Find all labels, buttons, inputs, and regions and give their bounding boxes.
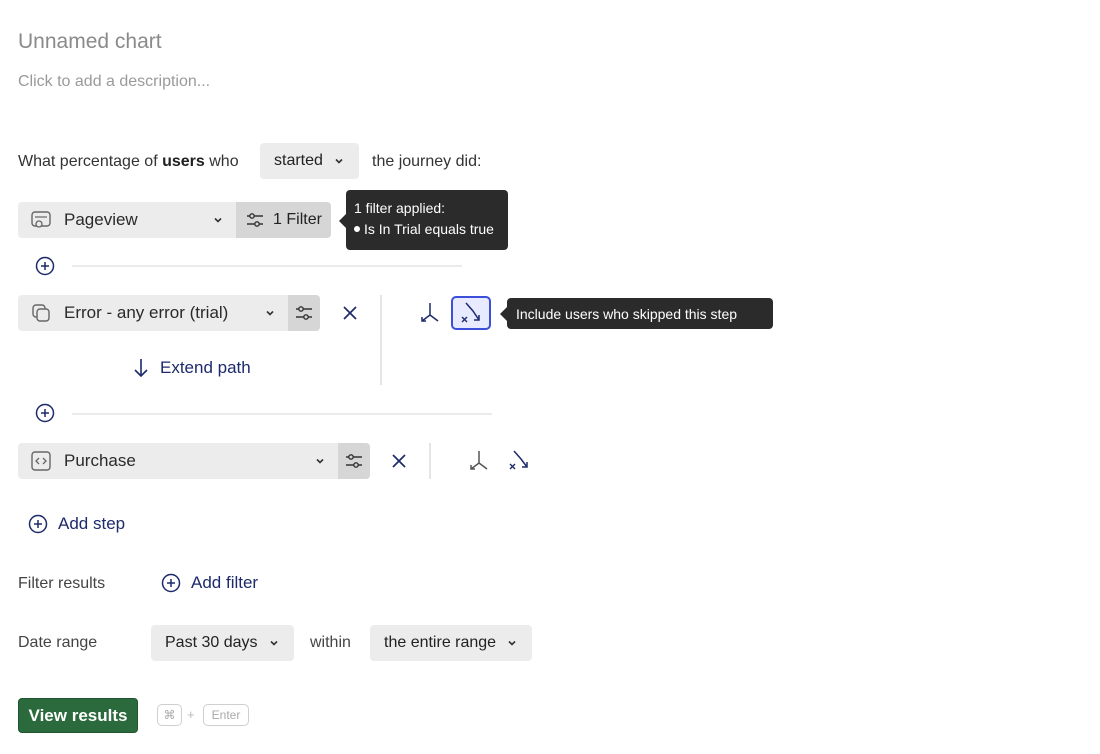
step-purchase: Purchase (18, 443, 370, 479)
filter-icon (247, 213, 264, 227)
extend-path-label: Extend path (160, 358, 251, 377)
chart-description[interactable]: Click to add a description... (18, 73, 210, 91)
step-filter-button[interactable] (338, 443, 370, 479)
journey-mode-select[interactable]: started (260, 143, 359, 179)
shortcut-plus: + (187, 707, 195, 722)
chevron-down-icon (214, 217, 222, 223)
question-subject: users (162, 153, 205, 170)
chevron-down-icon (269, 640, 278, 646)
filter-icon (346, 454, 362, 468)
within-label: within (310, 634, 351, 651)
skip-tooltip: Include users who skipped this step (507, 298, 773, 329)
filter-tooltip: 1 filter applied: Is In Trial equals tru… (346, 190, 508, 250)
close-icon[interactable] (390, 452, 408, 470)
question-middle: who (204, 153, 239, 170)
bullet-icon (354, 226, 360, 232)
chart-title[interactable]: Unnamed chart (18, 30, 162, 54)
tooltip-arrow (339, 214, 346, 228)
branch-icon[interactable] (418, 301, 442, 325)
tooltip-arrow (500, 307, 507, 321)
step-divider (72, 265, 462, 267)
conversion-window-select[interactable]: the entire range (370, 625, 533, 661)
date-range-select[interactable]: Past 30 days (151, 625, 294, 661)
question-prefix: What percentage of (18, 153, 163, 170)
plus-circle-icon (28, 514, 48, 534)
chevron-down-icon (316, 458, 324, 464)
step-label: Error - any error (trial) (64, 303, 229, 322)
chevron-down-icon (266, 310, 274, 316)
question-text: What percentage of users who (18, 153, 239, 171)
chevron-down-icon (335, 158, 343, 164)
filter-tooltip-title: 1 filter applied: (354, 200, 446, 216)
filter-count: 1 Filter (273, 211, 322, 228)
question-suffix: the journey did: (372, 153, 482, 170)
step-label: Purchase (64, 451, 136, 470)
insert-step-icon[interactable] (35, 403, 55, 423)
add-step-label: Add step (58, 514, 126, 533)
step-actions-divider (380, 295, 382, 385)
filter-icon (296, 306, 312, 320)
step-event-select[interactable]: Pageview (18, 202, 236, 238)
pageview-icon (31, 211, 51, 228)
filter-results-label: Filter results (18, 575, 106, 592)
chevron-down-icon (508, 640, 516, 646)
step-filter-button[interactable]: 1 Filter (236, 202, 331, 238)
shortcut-modifier-key: ⌘ (157, 704, 182, 726)
step-event-select[interactable]: Error - any error (trial) (18, 295, 288, 331)
add-filter-button[interactable]: Add filter (161, 573, 258, 593)
step-filter-button[interactable] (288, 295, 320, 331)
extend-path-button[interactable]: Extend path (132, 357, 251, 379)
step-error: Error - any error (trial) (18, 295, 320, 331)
skip-step-toggle[interactable] (451, 296, 491, 330)
plus-circle-icon (161, 573, 181, 593)
arrow-down-icon (134, 359, 148, 378)
view-results-button[interactable]: View results (18, 698, 138, 733)
skip-step-icon[interactable] (506, 447, 534, 475)
error-event-icon (32, 304, 50, 322)
close-icon[interactable] (341, 304, 359, 322)
step-divider (72, 413, 492, 415)
date-range-label: Date range (18, 634, 98, 651)
shortcut-enter-key: Enter (203, 704, 249, 726)
step-actions-divider (429, 443, 431, 479)
step-event-select[interactable]: Purchase (18, 443, 338, 479)
insert-step-icon[interactable] (35, 256, 55, 276)
step-pageview: Pageview 1 Filter (18, 202, 331, 238)
add-step-button[interactable]: Add step (28, 514, 125, 534)
skip-step-icon (461, 302, 480, 323)
date-range-value: Past 30 days (165, 634, 258, 651)
step-label: Pageview (64, 210, 138, 229)
branch-icon[interactable] (467, 449, 491, 473)
code-event-icon (31, 451, 51, 471)
filter-tooltip-item-text: Is In Trial equals true (364, 221, 494, 237)
add-filter-label: Add filter (191, 573, 259, 592)
filter-tooltip-item: Is In Trial equals true (354, 221, 500, 237)
conversion-window-value: the entire range (384, 634, 497, 651)
journey-mode-value: started (274, 152, 323, 169)
